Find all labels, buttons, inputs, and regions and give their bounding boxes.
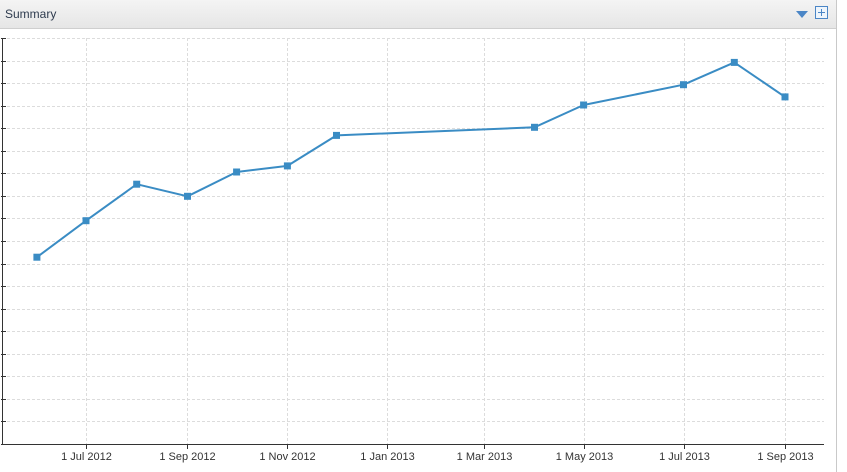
data-point <box>730 58 738 66</box>
summary-line-chart: 1 Jul 2012 1 Sep 2012 1 Nov 2012 1 Jan 2013… <box>1 38 824 463</box>
x-tick-label: 1 Jul 2013 <box>659 451 710 463</box>
data-point <box>283 162 291 170</box>
data-point <box>531 123 538 131</box>
data-point <box>781 93 789 101</box>
x-tick-label: 1 Jul 2012 <box>61 451 112 463</box>
x-tick-label: 1 Sep 2013 <box>757 451 813 463</box>
data-point <box>33 253 41 261</box>
series-line <box>36 61 786 259</box>
x-tick-label: 1 Mar 2013 <box>457 451 513 463</box>
x-tick-label: 1 Nov 2012 <box>259 451 315 463</box>
x-tick-label: 1 Jan 2013 <box>360 451 414 463</box>
x-tick-label: 1 May 2013 <box>556 451 613 463</box>
data-point <box>184 192 191 200</box>
x-tick-label: 1 Sep 2012 <box>159 451 215 463</box>
data-point <box>680 81 687 89</box>
data-point <box>580 101 588 109</box>
data-point <box>82 217 90 225</box>
data-point <box>133 180 141 188</box>
data-point <box>333 131 340 139</box>
data-point <box>233 168 241 176</box>
